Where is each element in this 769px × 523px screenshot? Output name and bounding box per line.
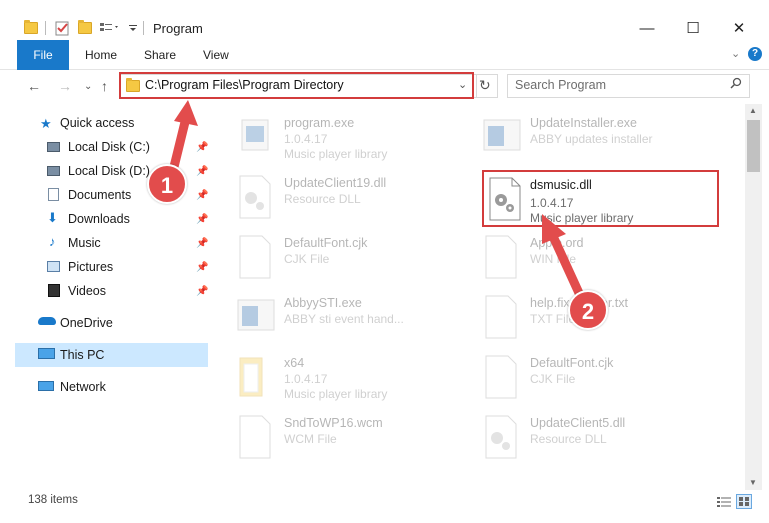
arrow-1-head	[174, 100, 198, 126]
details-view-icon[interactable]	[717, 496, 731, 511]
item-count: 138 items	[28, 494, 78, 506]
annotation-arrows	[167, 100, 589, 309]
scroll-up-icon[interactable]: ▲	[749, 106, 757, 115]
step-marker-1: 1	[147, 164, 187, 204]
scroll-down-icon[interactable]: ▼	[749, 478, 757, 487]
tiles-view-icon[interactable]	[736, 494, 752, 509]
step-marker-2: 2	[568, 290, 608, 330]
status-bar	[0, 490, 769, 512]
scrollbar-thumb[interactable]	[747, 120, 760, 172]
